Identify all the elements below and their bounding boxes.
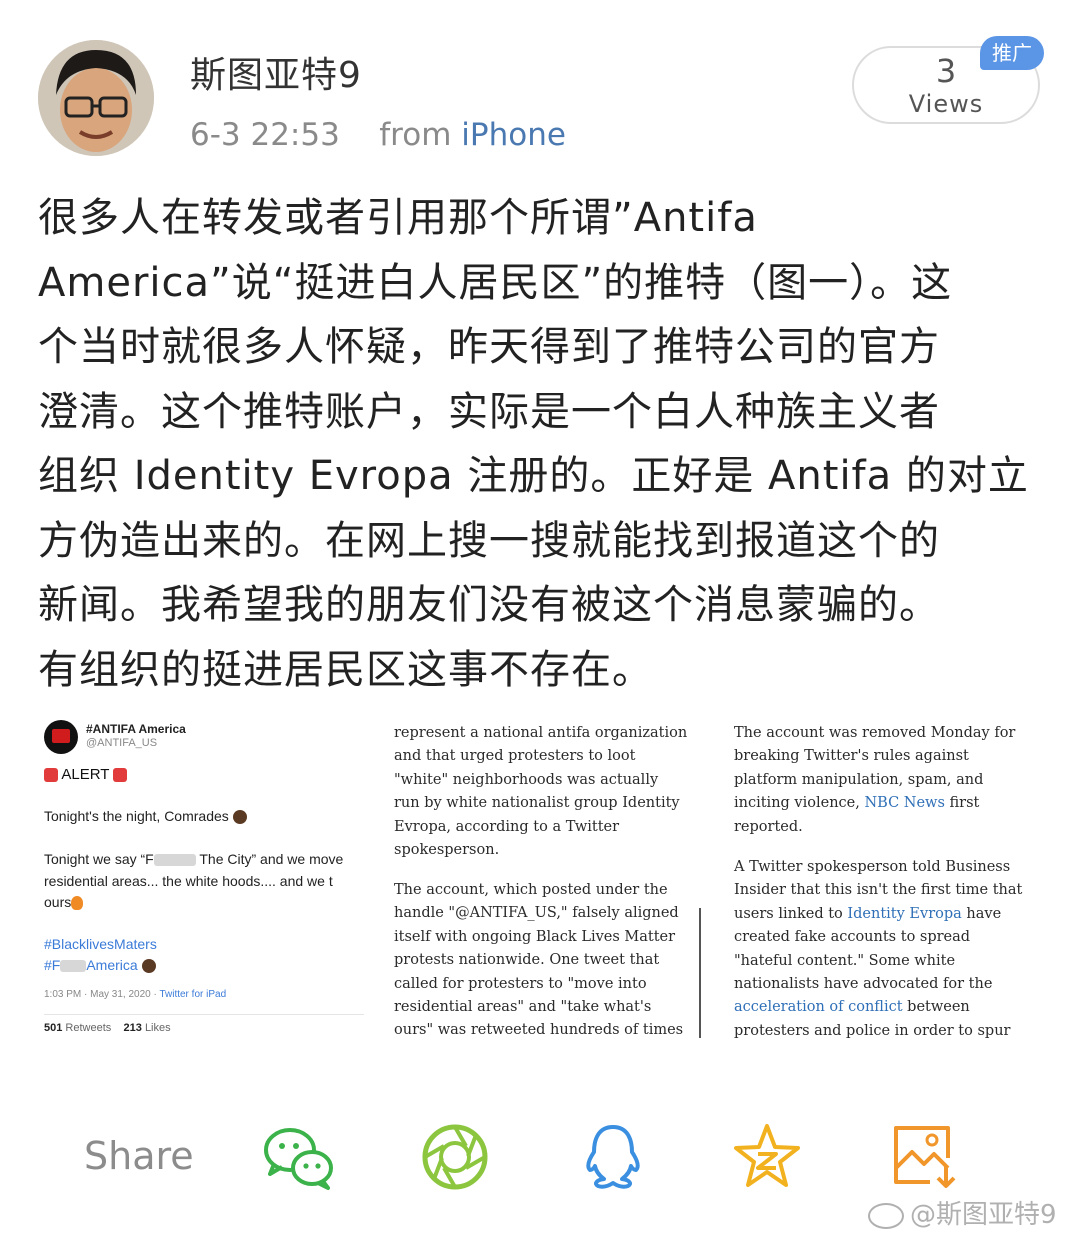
tweet-hashtag-text: #F	[44, 957, 61, 973]
tweet-line: Tonight we say “F The City” and we move	[44, 851, 343, 867]
censored-word	[60, 960, 87, 973]
article-right-para2: A Twitter spokesperson told Business Ins…	[734, 856, 1034, 1043]
fire-icon	[71, 896, 84, 911]
avatar[interactable]	[38, 40, 154, 156]
tweet-line: ours	[44, 894, 84, 911]
fist-icon	[232, 810, 247, 825]
tweet-line: Tonight's the night, Comrades	[44, 808, 247, 825]
wechat-icon[interactable]	[262, 1122, 333, 1192]
tweet-line-text: The City” and we move	[195, 851, 344, 867]
siren-icon	[113, 768, 128, 783]
save-image-icon[interactable]	[890, 1122, 960, 1192]
tweet-avatar	[44, 720, 78, 754]
watermark: @斯图亚特9	[868, 1194, 1057, 1231]
article-right-para1: The account was removed Monday for break…	[734, 722, 1034, 839]
tweet-line-text: Tonight's the night, Comrades	[44, 808, 229, 824]
article-mid-para2: The account, which posted under the hand…	[394, 882, 684, 1039]
post-source[interactable]: iPhone	[461, 117, 566, 153]
column-divider	[699, 908, 701, 1038]
tweet-hashtag: #BlacklivesMaters	[44, 936, 157, 952]
tweet-footer: 1:03 PM · May 31, 2020 · Twitter for iPa…	[44, 989, 226, 1000]
tweet-name: #ANTIFA America	[86, 722, 186, 736]
qq-icon[interactable]	[578, 1122, 648, 1192]
tweet-screenshot: #ANTIFA America @ANTIFA_US ALERT Tonight…	[32, 700, 368, 1055]
divider	[44, 1014, 364, 1015]
article-link: acceleration of conflict	[734, 999, 903, 1016]
tweet-date: 1:03 PM · May 31, 2020 ·	[44, 989, 160, 1000]
share-label: Share	[84, 1134, 194, 1178]
qzone-icon[interactable]	[732, 1122, 802, 1192]
tweet-line-text: ours	[44, 894, 72, 910]
tweet-stats: 501 Retweets 213 Likes	[44, 1022, 171, 1034]
promo-badge[interactable]: 推广	[980, 36, 1044, 70]
tweet-line-text: Tonight we say “F	[44, 851, 154, 867]
tweet-alert: ALERT	[44, 766, 128, 783]
likes-count: 213	[123, 1022, 142, 1034]
post-meta: 6-3 22:53 from iPhone	[190, 117, 566, 153]
tweet-via: Twitter for iPad	[159, 989, 227, 1000]
tweet-alert-text: ALERT	[61, 766, 110, 783]
views-label: Views	[908, 90, 984, 118]
post-image[interactable]: #ANTIFA America @ANTIFA_US ALERT Tonight…	[32, 700, 1048, 1055]
tweet-line: residential areas... the white hoods....…	[44, 873, 333, 889]
likes-label: Likes	[144, 1022, 171, 1034]
article-mid-para1: represent a national antifa organization…	[394, 725, 688, 859]
tweet-hashtag: #F America	[44, 957, 156, 974]
siren-icon	[44, 768, 58, 783]
username[interactable]: 斯图亚特9	[190, 46, 362, 98]
retweets-count: 501	[44, 1022, 63, 1034]
tweet-hashtag-text: America	[86, 957, 138, 973]
moments-icon[interactable]	[420, 1122, 490, 1192]
retweets-label: Retweets	[65, 1022, 112, 1034]
post-time: 6-3 22:53	[190, 117, 340, 153]
tweet-handle: @ANTIFA_US	[86, 737, 158, 749]
article-link: Identity Evropa	[847, 905, 962, 922]
censored-word	[153, 854, 196, 867]
fist-icon	[141, 959, 156, 974]
watermark-text: @斯图亚特9	[910, 1200, 1057, 1230]
weibo-logo-icon	[868, 1202, 904, 1229]
article-link: NBC News	[864, 795, 945, 812]
from-label: from	[379, 117, 452, 153]
post-text: 很多人在转发或者引用那个所谓”Antifa America”说“挺进白人居民区”…	[38, 195, 1029, 693]
